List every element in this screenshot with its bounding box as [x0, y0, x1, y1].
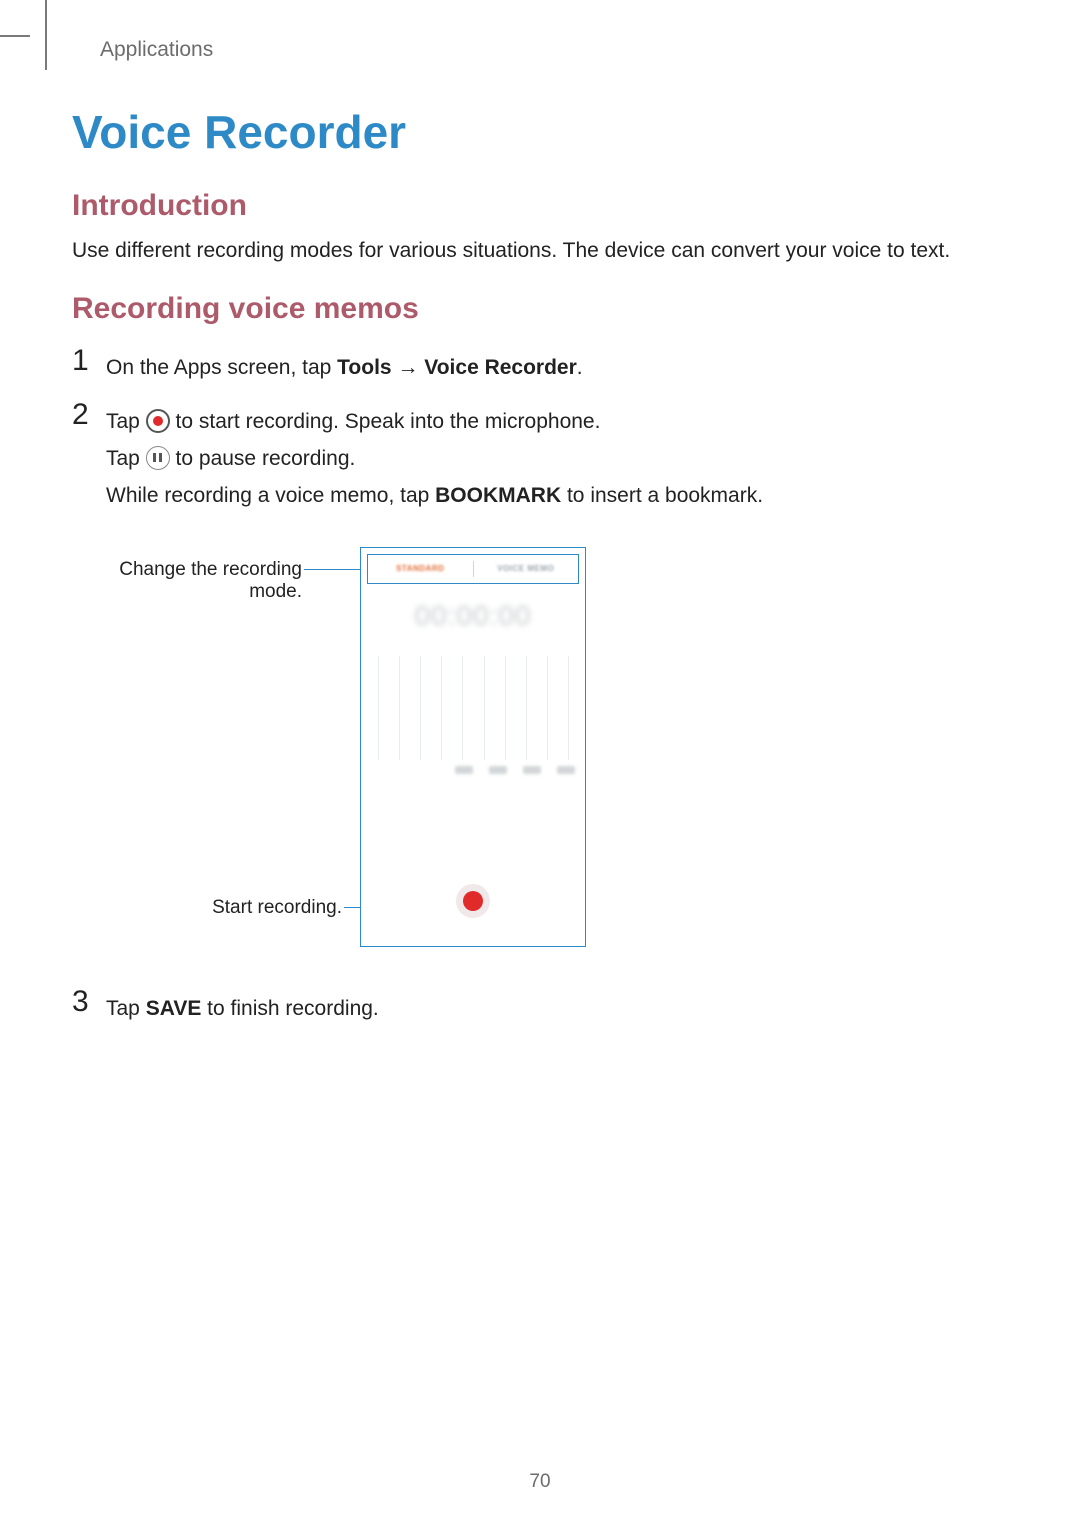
step-2: 2 Tap to start recording. Speak into the…	[72, 400, 1008, 514]
section-heading-introduction: Introduction	[72, 189, 1008, 223]
step-1: 1 On the Apps screen, tap Tools → Voice …	[72, 346, 1008, 387]
record-button[interactable]	[456, 884, 490, 918]
record-icon	[146, 409, 170, 433]
phone-mockup: STANDARD VOICE MEMO 00:00:00	[360, 547, 586, 947]
callout-start-recording: Start recording.	[72, 897, 342, 919]
tab-voice-memo[interactable]: VOICE MEMO	[474, 555, 579, 583]
waveform-ticks	[367, 766, 579, 786]
callout-change-mode: Change the recording mode.	[72, 559, 302, 603]
step-1-arrow: →	[392, 356, 425, 379]
recording-timer: 00:00:00	[361, 600, 585, 632]
step-1-text-pre: On the Apps screen, tap	[106, 356, 337, 379]
page-number: 70	[0, 1471, 1080, 1493]
step-1-text-post: .	[577, 356, 583, 379]
voice-recorder-figure: Change the recording mode. Start recordi…	[72, 547, 1008, 967]
step-1-body: On the Apps screen, tap Tools → Voice Re…	[106, 346, 583, 387]
crop-mark-vertical	[45, 0, 47, 70]
step-3: 3 Tap SAVE to finish recording.	[72, 987, 1008, 1028]
step-2-bookmark-bold: BOOKMARK	[435, 484, 561, 507]
intro-paragraph: Use different recording modes for variou…	[72, 235, 1008, 268]
waveform-area	[367, 656, 579, 786]
step-2-line2-post: to pause recording.	[176, 447, 356, 470]
step-2-line1-pre: Tap	[106, 410, 146, 433]
step-number-1: 1	[72, 346, 106, 376]
crop-mark-horizontal	[0, 35, 30, 37]
step-2-line3-pre: While recording a voice memo, tap	[106, 484, 435, 507]
step-2-line2-pre: Tap	[106, 447, 146, 470]
step-2-line1-post: to start recording. Speak into the micro…	[176, 410, 601, 433]
step-2-line3-post: to insert a bookmark.	[561, 484, 763, 507]
step-3-save-bold: SAVE	[146, 997, 202, 1020]
step-1-bold-tools: Tools	[337, 356, 391, 379]
step-3-pre: Tap	[106, 997, 146, 1020]
callout-line-mode	[304, 569, 364, 570]
step-number-2: 2	[72, 400, 106, 430]
mode-tabs: STANDARD VOICE MEMO	[367, 554, 579, 584]
section-heading-recording: Recording voice memos	[72, 292, 1008, 326]
step-1-bold-voice-recorder: Voice Recorder	[424, 356, 577, 379]
pause-icon	[146, 446, 170, 470]
step-number-3: 3	[72, 987, 106, 1017]
step-3-body: Tap SAVE to finish recording.	[106, 987, 379, 1028]
page-title: Voice Recorder	[72, 105, 1008, 159]
step-3-post: to finish recording.	[201, 997, 378, 1020]
step-2-body: Tap to start recording. Speak into the m…	[106, 400, 763, 514]
breadcrumb: Applications	[100, 38, 213, 62]
tab-standard[interactable]: STANDARD	[368, 555, 473, 583]
